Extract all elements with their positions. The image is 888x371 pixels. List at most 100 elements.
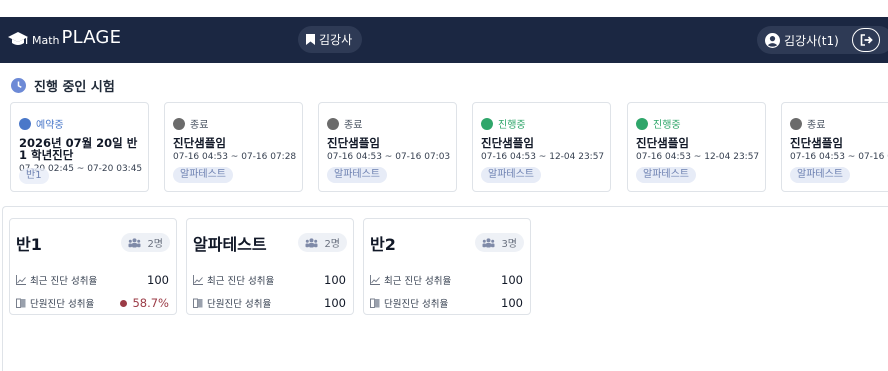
exam-title: 진단샘플임 — [636, 136, 689, 150]
unit-achievement-label: 단원진단 성취율 — [207, 299, 272, 310]
exam-card[interactable]: 예약중 2026년 07월 20일 반1 학년진단 07-20 02:45 ~ … — [10, 102, 149, 192]
exam-time: 07-16 04:53 ~ 07-16 07:03 — [327, 152, 451, 162]
status-label: 종료 — [190, 120, 209, 131]
status-dot — [790, 117, 802, 130]
exam-card[interactable]: 종료 진단샘플임 07-16 04:53 ~ 07-16 07:0 알파테스트 — [781, 102, 888, 192]
status-dot — [327, 117, 339, 130]
teacher-label: 김강사 — [319, 33, 353, 47]
line-chart-icon — [370, 275, 380, 285]
exam-title: 진단샘플임 — [173, 136, 226, 150]
teacher-button[interactable]: 김강사 — [298, 26, 363, 53]
unit-achievement-value: 58.7% — [132, 296, 169, 310]
class-name: 반2 — [370, 235, 396, 254]
exam-time: 07-16 04:53 ~ 12-04 23:57 — [636, 152, 760, 162]
unit-achievement-value-wrap: 58.7% — [120, 296, 169, 310]
line-chart-icon — [193, 275, 203, 285]
people-icon — [305, 237, 318, 247]
exam-status: 예약중 — [19, 116, 64, 131]
recent-achievement-row: 최근 진단 성취율 100 — [16, 273, 169, 287]
book-icon — [370, 298, 380, 308]
unit-achievement-label: 단원진단 성취율 — [384, 299, 449, 310]
class-panel: 반1 2명 최근 진단 성취율 100 단원진단 성취율 58.7% 알파테스트… — [2, 206, 888, 371]
status-dot — [636, 117, 648, 130]
exam-card[interactable]: 진행중 진단샘플임 07-16 04:53 ~ 12-04 23:57 알파테스… — [627, 102, 766, 192]
unit-achievement-value: 100 — [324, 296, 346, 310]
recent-achievement-value: 100 — [147, 273, 169, 287]
exam-card-list[interactable]: 예약중 2026년 07월 20일 반1 학년진단 07-20 02:45 ~ … — [10, 102, 888, 192]
exam-class-tag: 알파테스트 — [790, 167, 850, 183]
exam-status: 진행중 — [636, 116, 681, 131]
warning-dot — [120, 299, 128, 307]
logout-icon — [860, 34, 873, 46]
exam-card[interactable]: 진행중 진단샘플임 07-16 04:53 ~ 12-04 23:57 알파테스… — [472, 102, 611, 192]
exam-title: 진단샘플임 — [481, 136, 534, 150]
logout-button[interactable] — [852, 28, 880, 52]
recent-achievement-row: 최근 진단 성취율 100 — [193, 273, 346, 287]
recent-achievement-value: 100 — [501, 273, 523, 287]
exam-card[interactable]: 종료 진단샘플임 07-16 04:53 ~ 07-16 07:03 알파테스트 — [318, 102, 457, 192]
exam-class-tag: 알파테스트 — [481, 167, 541, 183]
student-count: 2명 — [324, 239, 340, 250]
top-gap — [0, 0, 888, 17]
people-icon — [128, 237, 141, 247]
class-name: 반1 — [16, 235, 42, 254]
recent-achievement-label: 최근 진단 성취율 — [384, 276, 452, 287]
exam-title: 2026년 07월 20일 반1 학년진단 — [19, 136, 138, 162]
logo[interactable]: Math PLAGE — [8, 28, 121, 48]
book-icon — [193, 298, 203, 308]
exam-card[interactable]: 종료 진단샘플임 07-16 04:53 ~ 07-16 07:28 알파테스트 — [164, 102, 303, 192]
exam-time: 07-16 04:53 ~ 07-16 07:28 — [173, 152, 297, 162]
exam-title: 진단샘플임 — [327, 136, 380, 150]
exam-status: 진행중 — [481, 116, 526, 131]
student-count: 3명 — [501, 239, 517, 250]
exam-time: 07-16 04:53 ~ 12-04 23:57 — [481, 152, 605, 162]
unit-achievement-row: 단원진단 성취율 100 — [193, 296, 346, 310]
unit-achievement-row: 단원진단 성취율 58.7% — [16, 296, 169, 310]
exam-status: 종료 — [327, 116, 362, 131]
exam-status: 종료 — [790, 116, 825, 131]
logo-plage: PLAGE — [61, 27, 122, 48]
status-label: 종료 — [344, 120, 363, 131]
logo-math: Math — [32, 34, 60, 47]
class-card[interactable]: 알파테스트 2명 최근 진단 성취율 100 단원진단 성취율 100 — [186, 218, 354, 315]
unit-achievement-value: 100 — [501, 296, 523, 310]
student-count: 2명 — [147, 239, 163, 250]
student-count-badge: 3명 — [475, 233, 524, 252]
exam-class-tag: 반1 — [19, 168, 49, 184]
clock-icon — [11, 78, 26, 93]
class-card[interactable]: 반1 2명 최근 진단 성취율 100 단원진단 성취율 58.7% — [9, 218, 177, 315]
bookmark-icon — [306, 34, 315, 45]
status-dot — [173, 117, 185, 130]
book-icon — [16, 298, 26, 308]
student-count-badge: 2명 — [298, 233, 347, 252]
status-label: 진행중 — [653, 120, 681, 131]
class-card[interactable]: 반2 3명 최근 진단 성취율 100 단원진단 성취율 100 — [363, 218, 531, 315]
ongoing-title: 진행 중인 시험 — [34, 80, 115, 95]
unit-achievement-label: 단원진단 성취율 — [30, 299, 95, 310]
navbar: Math PLAGE 김강사 김강사(t1) — [0, 17, 888, 63]
graduation-cap-icon — [8, 32, 28, 45]
status-label: 종료 — [807, 120, 826, 131]
unit-achievement-row: 단원진단 성취율 100 — [370, 296, 523, 310]
user-name: 김강사(t1) — [784, 33, 839, 48]
status-dot — [19, 117, 31, 130]
recent-achievement-label: 최근 진단 성취율 — [207, 276, 275, 287]
user-circle-icon — [765, 32, 780, 48]
status-dot — [481, 117, 493, 130]
exam-class-tag: 알파테스트 — [636, 167, 696, 183]
recent-achievement-row: 최근 진단 성취율 100 — [370, 273, 523, 287]
line-chart-icon — [16, 275, 26, 285]
recent-achievement-label: 최근 진단 성취율 — [30, 276, 98, 287]
student-count-badge: 2명 — [121, 233, 170, 252]
exam-status: 종료 — [173, 116, 208, 131]
people-icon — [482, 237, 495, 247]
class-name: 알파테스트 — [193, 235, 267, 254]
exam-time: 07-16 04:53 ~ 07-16 07:0 — [790, 152, 888, 162]
status-label: 예약중 — [36, 120, 64, 131]
status-label: 진행중 — [498, 120, 526, 131]
recent-achievement-value: 100 — [324, 273, 346, 287]
ongoing-section-title: 진행 중인 시험 — [11, 76, 115, 95]
exam-class-tag: 알파테스트 — [173, 167, 233, 183]
exam-title: 진단샘플임 — [790, 136, 843, 150]
exam-class-tag: 알파테스트 — [327, 167, 387, 183]
